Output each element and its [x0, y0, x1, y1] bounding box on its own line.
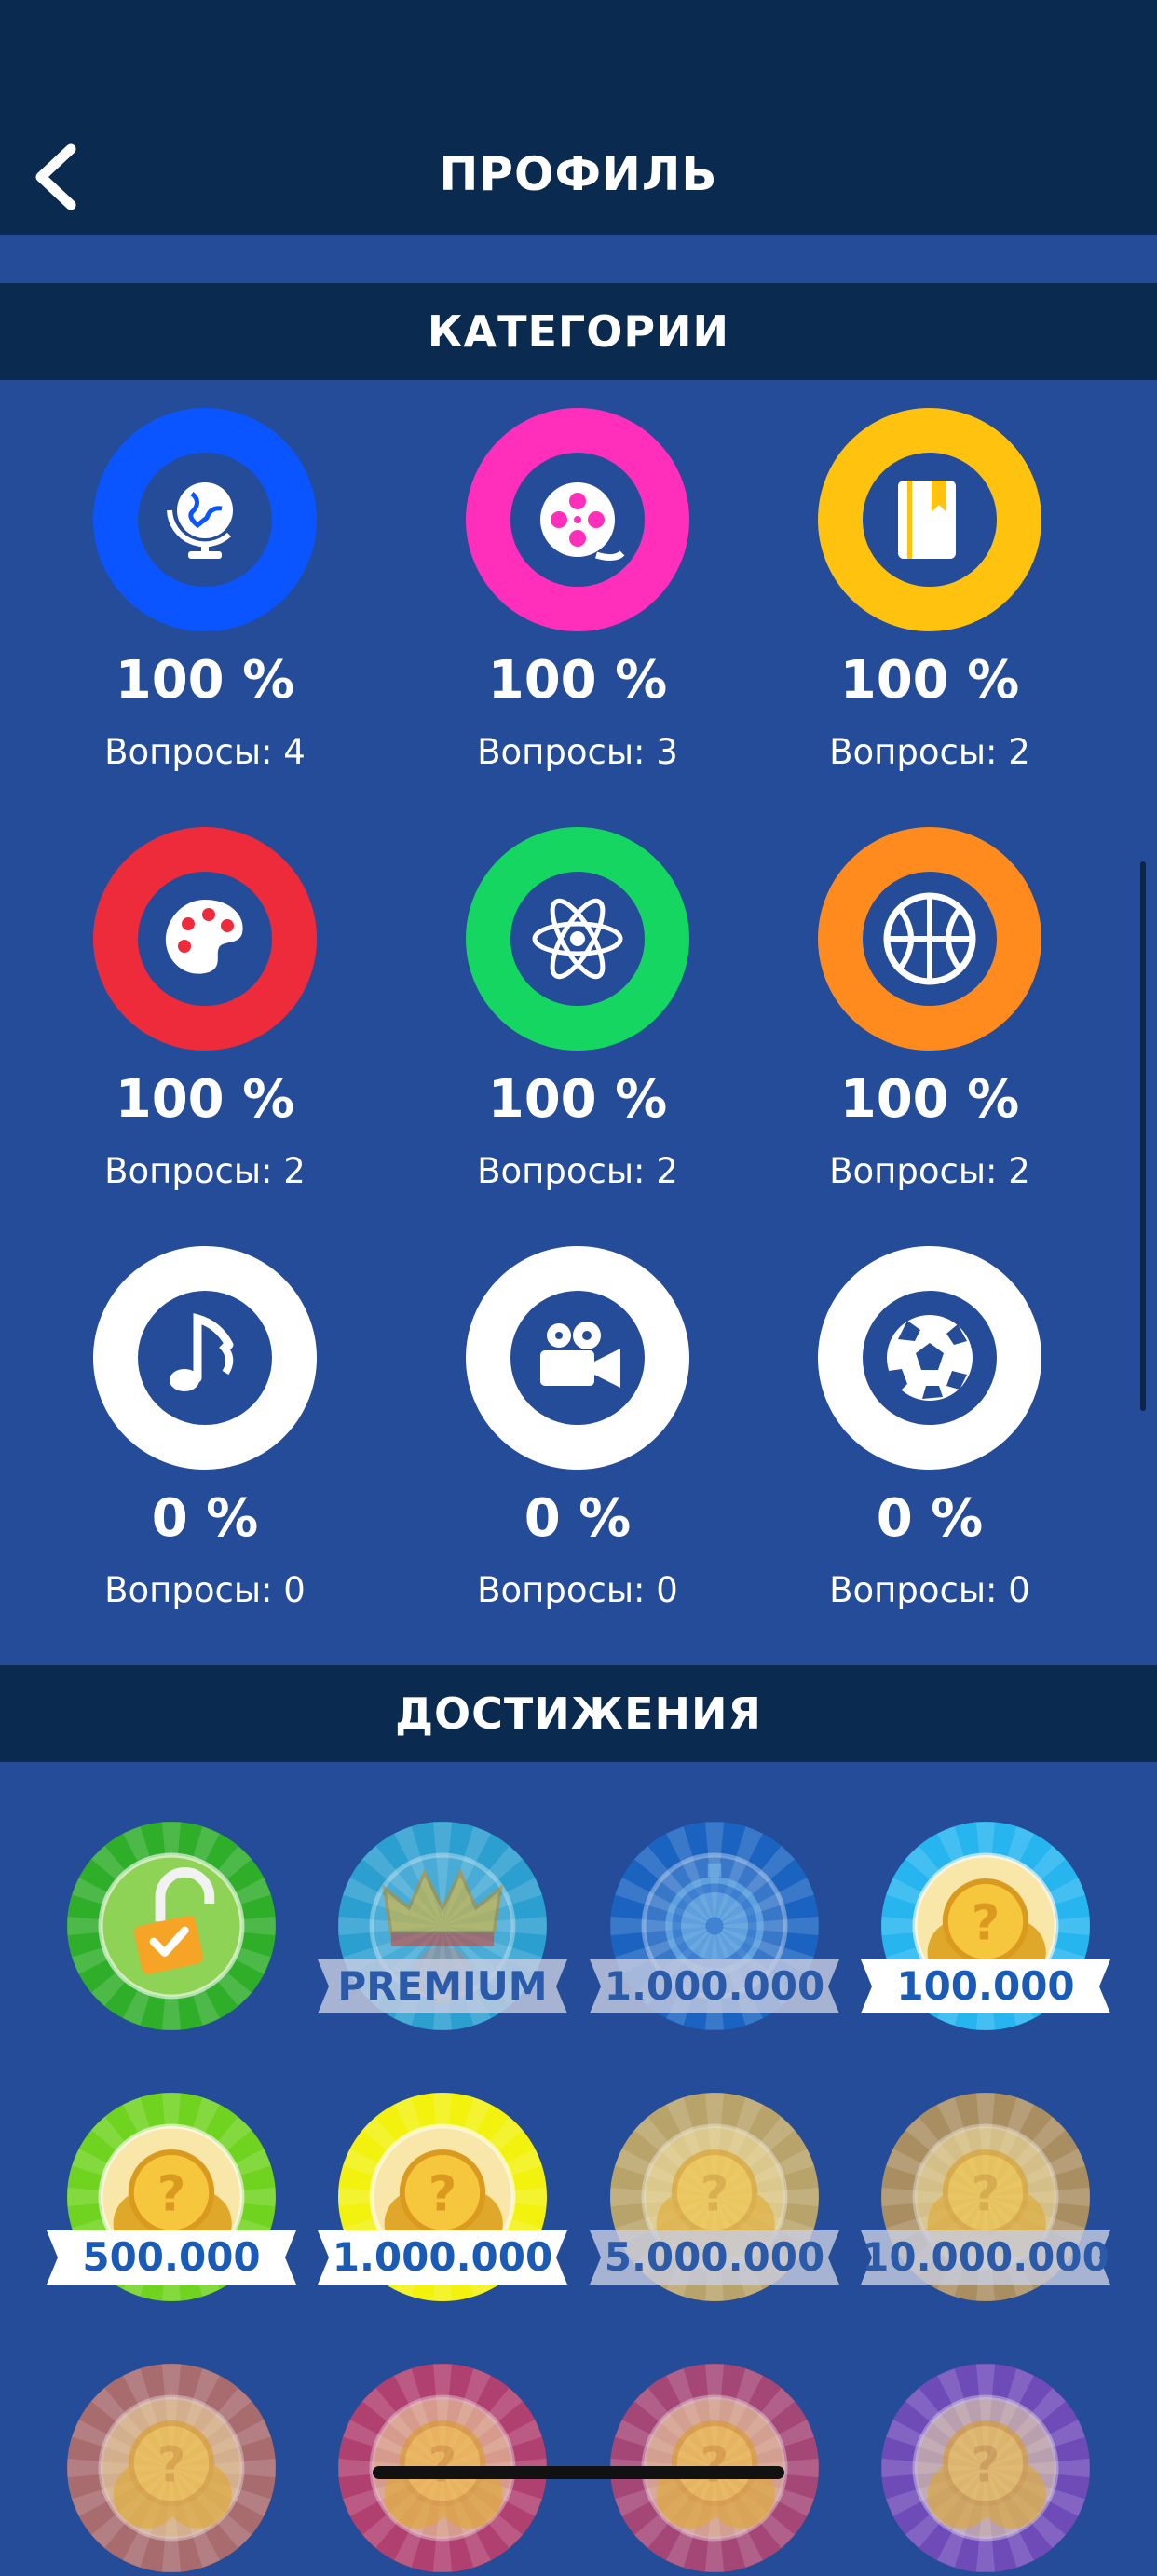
achievement-badge[interactable]: ? — [881, 2364, 1090, 2572]
achievement-badge[interactable]: ? 5.000.000 — [590, 2093, 839, 2301]
achievement-badge[interactable] — [67, 1822, 276, 2030]
category-percent: 100 % — [115, 1069, 295, 1130]
svg-text:?: ? — [701, 2436, 729, 2493]
category-questions: Вопросы: 0 — [477, 1570, 678, 1610]
achievements-header: ДОСТИЖЕНИЯ — [0, 1665, 1157, 1762]
svg-text:?: ? — [972, 2165, 1000, 2222]
book-icon — [898, 481, 956, 559]
category-percent: 100 % — [839, 650, 1020, 711]
music-note-icon — [170, 1313, 234, 1391]
achievement-badge[interactable]: ? 500.000 — [47, 2093, 296, 2301]
category-ring — [93, 1246, 317, 1470]
svg-text:?: ? — [157, 2436, 186, 2493]
category-questions: Вопросы: 2 — [829, 1151, 1030, 1191]
page-title: ПРОФИЛЬ — [439, 147, 718, 201]
category-ring — [466, 408, 689, 631]
achievement-label: 5.000.000 — [604, 2234, 825, 2280]
svg-text:?: ? — [701, 2165, 729, 2222]
achievement-badge[interactable]: PREMIUM — [318, 1822, 567, 2030]
category-percent: 100 % — [487, 650, 668, 711]
category-questions: Вопросы: 4 — [104, 732, 306, 772]
achievement-badge[interactable]: 1.000.000 — [590, 1822, 839, 2030]
category-questions: Вопросы: 3 — [477, 732, 678, 772]
home-indicator — [373, 2466, 784, 2479]
palette-icon — [165, 900, 243, 974]
basketball-icon — [883, 892, 976, 985]
category-questions: Вопросы: 0 — [104, 1570, 306, 1610]
category-ring — [93, 408, 317, 631]
achievement-badge[interactable]: ? 1.000.000 — [318, 2093, 567, 2301]
achievement-medal: ? — [881, 2364, 1090, 2572]
soccer-ball-icon — [887, 1315, 973, 1401]
category-ring — [466, 827, 689, 1051]
category-percent: 0 % — [876, 1488, 984, 1549]
achievement-label: 1.000.000 — [332, 2234, 553, 2280]
scrollbar[interactable] — [1140, 861, 1146, 1411]
globe-icon — [167, 482, 233, 559]
category-percent: 0 % — [524, 1488, 632, 1549]
category-percent: 100 % — [115, 650, 295, 711]
achievement-badge[interactable]: ? 100.000 — [861, 1822, 1110, 2030]
category-questions: Вопросы: 0 — [829, 1570, 1030, 1610]
category-ring — [818, 1246, 1041, 1470]
category-percent: 0 % — [151, 1488, 259, 1549]
achievement-label: 500.000 — [82, 2234, 261, 2280]
achievement-badge[interactable]: ? — [67, 2364, 276, 2572]
achievement-label: PREMIUM — [337, 1963, 548, 2009]
film-reel-icon — [540, 482, 625, 562]
category-questions: Вопросы: 2 — [477, 1151, 678, 1191]
svg-text:?: ? — [972, 1894, 1000, 1951]
atom-icon — [532, 898, 623, 980]
category-percent: 100 % — [839, 1069, 1020, 1130]
achievement-label: 100.000 — [896, 1963, 1075, 2009]
svg-text:?: ? — [429, 2165, 457, 2222]
svg-text:?: ? — [972, 2436, 1000, 2493]
category-ring — [818, 408, 1041, 631]
achievement-label: 10.000.000 — [862, 2234, 1109, 2280]
categories-header: КАТЕГОРИИ — [0, 283, 1157, 380]
category-ring — [818, 827, 1041, 1051]
category-questions: Вопросы: 2 — [829, 732, 1030, 772]
achievement-label: 1.000.000 — [604, 1963, 825, 2009]
achievement-badge[interactable]: ? 10.000.000 — [861, 2093, 1110, 2301]
category-percent: 100 % — [487, 1069, 668, 1130]
achievement-medal — [67, 1822, 276, 2030]
svg-text:?: ? — [429, 2436, 457, 2493]
category-ring — [466, 1246, 689, 1470]
top-bar: ПРОФИЛЬ — [0, 0, 1157, 235]
achievement-medal: ? — [67, 2364, 276, 2572]
category-ring — [93, 827, 317, 1051]
movie-camera-icon — [540, 1322, 620, 1388]
svg-text:?: ? — [157, 2165, 186, 2222]
category-questions: Вопросы: 2 — [104, 1151, 306, 1191]
